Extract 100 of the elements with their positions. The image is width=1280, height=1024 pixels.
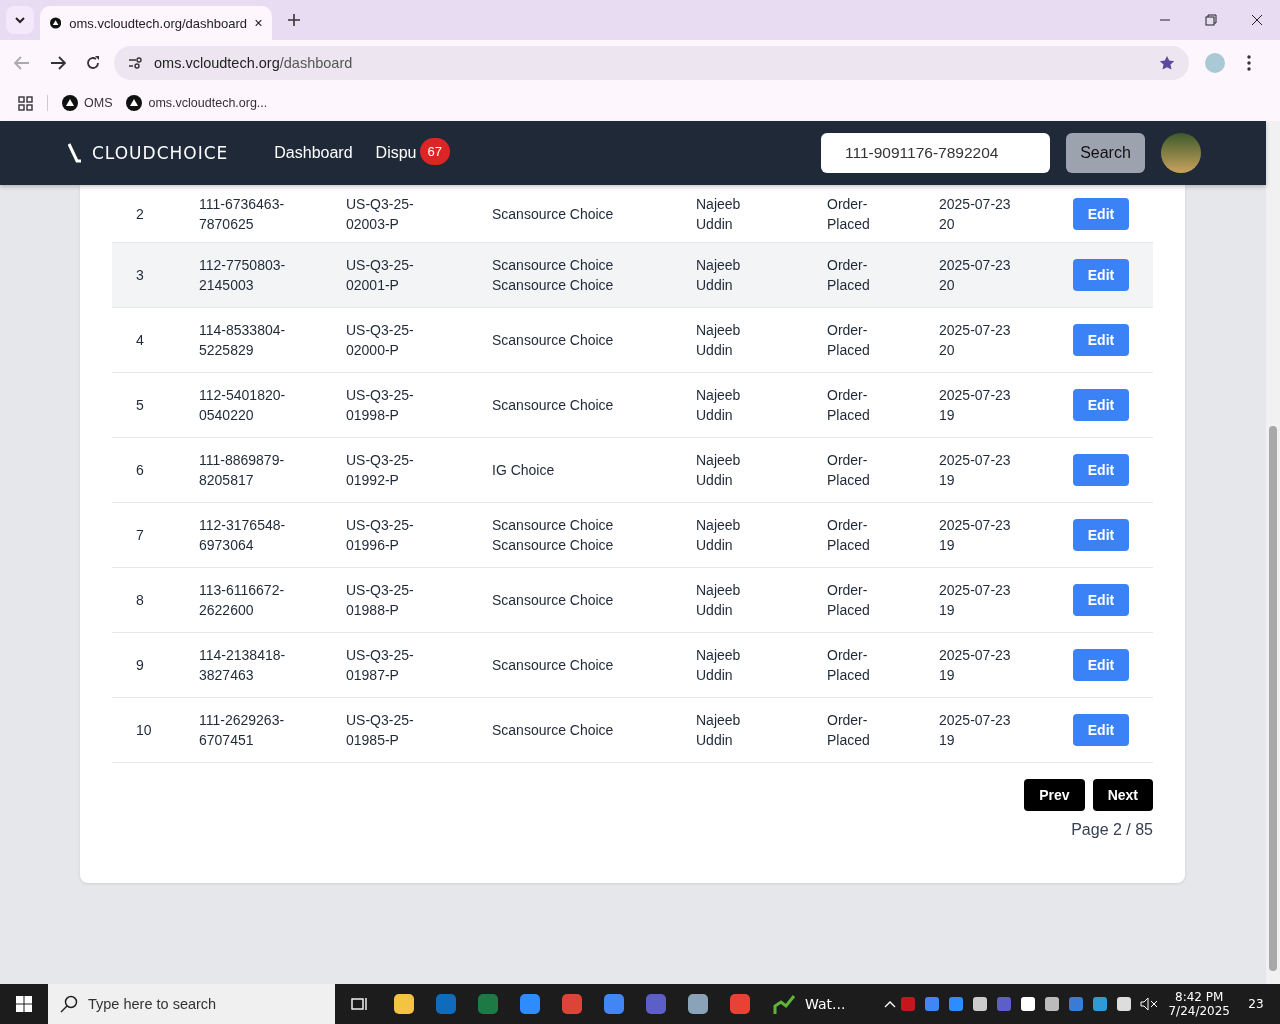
- table-cell-text: 2: [135, 204, 145, 224]
- bookmark[interactable]: OMS: [62, 95, 113, 111]
- nav-link[interactable]: Dashboard: [274, 144, 353, 162]
- forward-icon[interactable]: [50, 55, 66, 70]
- table-cell-text: 7: [135, 526, 145, 545]
- triangle-logo-icon: [126, 95, 143, 111]
- edit-button[interactable]: Edit: [1073, 454, 1129, 486]
- table-cell-text: US-Q3-25-01987-P: [346, 646, 415, 685]
- table-cell-text: Najeeb Uddin: [696, 194, 742, 234]
- restore-icon[interactable]: [1205, 14, 1217, 26]
- table-cell-text: US-Q3-25-02003-P: [346, 194, 415, 234]
- table-cell-text: Najeeb Uddin: [696, 386, 742, 425]
- table-cell-text: 2025-07-23 19: [939, 646, 1012, 685]
- table-cell-text: Order-Placed: [827, 194, 871, 234]
- table-cell-text: 8: [135, 591, 145, 610]
- chevron-up-icon[interactable]: [884, 1000, 897, 1008]
- table-cell-text: Order-Placed: [827, 711, 871, 750]
- table-cell-text: 10: [135, 721, 153, 740]
- chart-icon: [773, 992, 797, 1016]
- table-cell-text: 4: [135, 331, 145, 350]
- edit-button[interactable]: Edit: [1073, 324, 1129, 356]
- clock-date: 7/24/2025: [1168, 1004, 1230, 1018]
- search-button[interactable]: Search: [1066, 133, 1145, 173]
- logo[interactable]: CLOUDCHOICE: [68, 143, 229, 163]
- table-cell-text: US-Q3-25-01996-P: [346, 516, 415, 555]
- table-cell-text: Order-Placed: [827, 321, 871, 360]
- table-cell-text: 111-2629263-6707451: [199, 711, 286, 750]
- table-cell-text: 2025-07-23 19: [939, 451, 1012, 490]
- edit-button[interactable]: Edit: [1073, 714, 1129, 746]
- prev-button[interactable]: Prev: [1024, 779, 1085, 811]
- table-cell-text: Najeeb Uddin: [696, 451, 742, 490]
- table-cell-text: 2025-07-23 19: [939, 581, 1012, 620]
- table-cell-text: 2025-07-23 19: [939, 711, 1012, 750]
- close-icon[interactable]: [255, 18, 262, 28]
- browser-tab[interactable]: oms.vcloudtech.org/dashboard: [40, 6, 272, 40]
- table-cell-text: Scansource Choice: [492, 721, 615, 740]
- table-cell-text: Order-Placed: [827, 516, 871, 555]
- notification-center-button[interactable]: 23: [1238, 997, 1274, 1011]
- table-cell-text: Scansource Choice Scansource Choice: [492, 516, 615, 555]
- task-view-icon[interactable]: [351, 996, 369, 1012]
- table-cell-text: 6: [135, 461, 145, 480]
- star-icon[interactable]: [1159, 54, 1175, 71]
- triangle-logo-icon: [50, 15, 62, 31]
- taskbar-search-field[interactable]: Type here to search: [48, 984, 335, 1024]
- table-cell-text: Scansource Choice: [492, 204, 615, 224]
- table-cell-text: Scansource Choice: [492, 331, 615, 350]
- scrollbar[interactable]: [1266, 121, 1280, 984]
- site-settings-icon[interactable]: [128, 55, 144, 70]
- edit-button[interactable]: Edit: [1073, 389, 1129, 421]
- new-tab-icon[interactable]: [288, 14, 300, 26]
- search-field[interactable]: 111-9091176-7892204: [821, 133, 1050, 173]
- table-cell-text: Order-Placed: [827, 386, 871, 425]
- table-cell-text: Order-Placed: [827, 581, 871, 620]
- close-icon[interactable]: [1251, 14, 1263, 26]
- edit-button[interactable]: Edit: [1073, 197, 1129, 230]
- table-cell-text: 2025-07-23 20: [939, 321, 1012, 360]
- table-cell-text: 112-7750803-2145003: [199, 256, 287, 295]
- caret-icon: [14, 16, 26, 24]
- table-cell-text: US-Q3-25-02000-P: [346, 321, 415, 360]
- windows-start-icon[interactable]: [16, 996, 32, 1012]
- table-cell-text: US-Q3-25-01992-P: [346, 451, 415, 490]
- table-cell-text: 2025-07-23 20: [939, 194, 1012, 234]
- table-cell-text: Scansource Choice Scansource Choice: [492, 256, 615, 295]
- taskbar-app[interactable]: Wat...: [761, 984, 858, 1024]
- table-cell-text: 2025-07-23 20: [939, 256, 1012, 295]
- reload-icon[interactable]: [86, 55, 100, 70]
- edit-button[interactable]: Edit: [1073, 259, 1129, 291]
- bookmark[interactable]: oms.vcloudtech.org...: [126, 95, 268, 111]
- table-cell-text: Scansource Choice: [492, 656, 615, 675]
- table-cell-text: IG Choice: [492, 461, 556, 480]
- table-cell-text: Najeeb Uddin: [696, 256, 742, 295]
- table-cell-text: Scansource Choice: [492, 396, 615, 415]
- edit-button[interactable]: Edit: [1073, 649, 1129, 681]
- edit-button[interactable]: Edit: [1073, 519, 1129, 551]
- table-cell-text: 113-6116672-2622600: [199, 581, 286, 620]
- tab-list-button[interactable]: [6, 6, 34, 34]
- table-cell-text: 2025-07-23 19: [939, 386, 1012, 425]
- table-cell-text: US-Q3-25-01985-P: [346, 711, 415, 750]
- table-cell-text: Najeeb Uddin: [696, 321, 742, 360]
- notification-badge: 67: [419, 137, 450, 165]
- nav-link[interactable]: Dispu: [375, 144, 417, 162]
- table-cell-text: Najeeb Uddin: [696, 581, 742, 620]
- speaker-muted-icon[interactable]: [1140, 997, 1159, 1011]
- address-bar[interactable]: oms.vcloudtech.org/dashboard: [114, 45, 1189, 80]
- user-avatar[interactable]: [1161, 133, 1201, 173]
- edit-button[interactable]: Edit: [1073, 584, 1129, 616]
- table-cell-text: Najeeb Uddin: [696, 646, 742, 685]
- table-cell-text: 112-3176548-6973064: [199, 516, 287, 555]
- clock-time: 8:42 PM: [1175, 990, 1224, 1004]
- table-cell-text: US-Q3-25-01998-P: [346, 386, 415, 425]
- table-cell-text: Order-Placed: [827, 451, 871, 490]
- table-cell-text: 112-5401820-0540220: [199, 386, 287, 425]
- table-cell-text: 9: [135, 656, 145, 675]
- apps-grid-icon[interactable]: [18, 95, 33, 111]
- more-menu-icon[interactable]: [1247, 54, 1251, 71]
- search-icon: [60, 995, 78, 1013]
- table-cell-text: Order-Placed: [827, 646, 871, 685]
- next-button[interactable]: Next: [1092, 779, 1153, 811]
- table-cell-text: US-Q3-25-02001-P: [346, 256, 415, 295]
- table-cell-text: 2025-07-23 19: [939, 516, 1012, 555]
